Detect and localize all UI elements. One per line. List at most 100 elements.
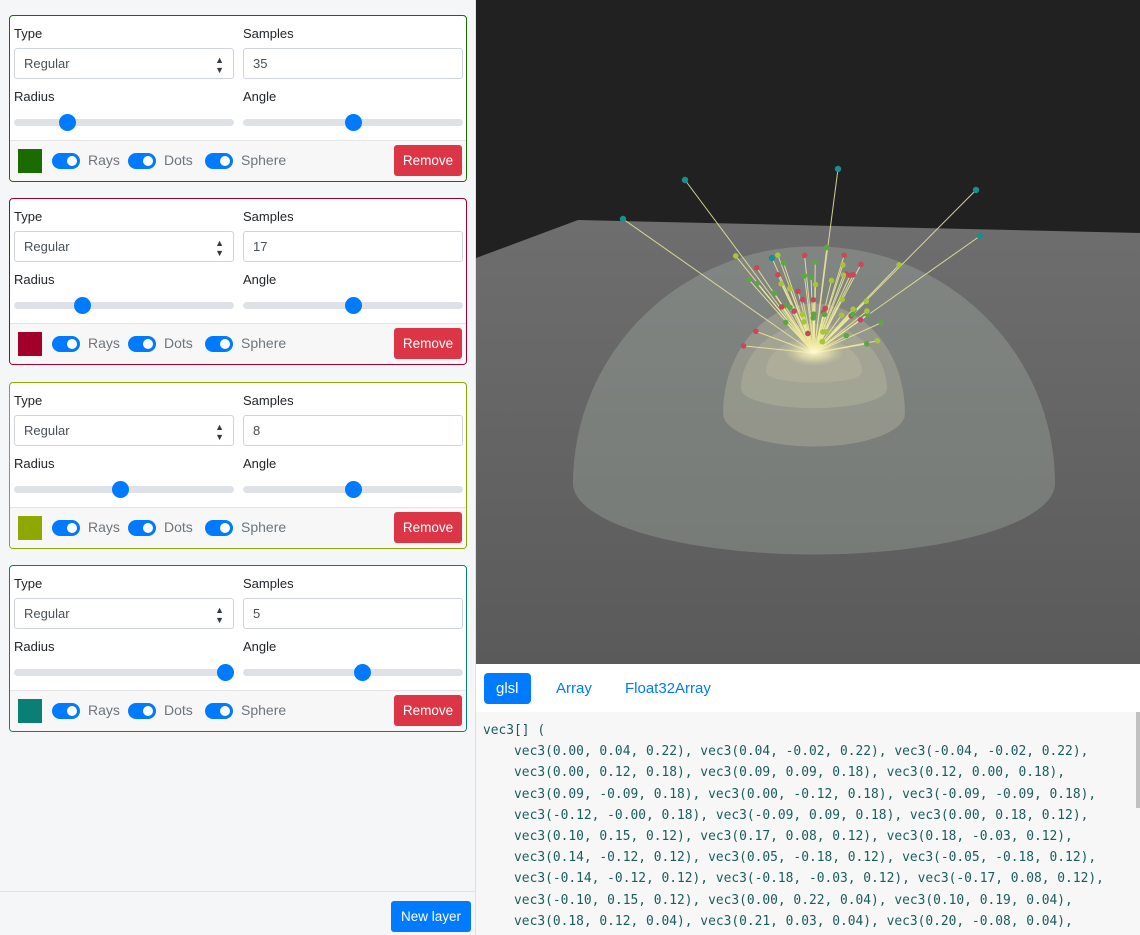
sample-dot — [812, 259, 819, 265]
sample-dot — [810, 311, 817, 317]
sphere-toggle[interactable] — [205, 153, 233, 169]
sample-dot — [840, 272, 847, 278]
code-line: vec3(0.10, 0.15, 0.12), vec3(0.17, 0.08,… — [483, 829, 1073, 845]
angle-slider-thumb[interactable] — [345, 297, 362, 314]
radius-slider-thumb[interactable] — [217, 664, 235, 681]
rays-toggle[interactable] — [52, 336, 80, 352]
angle-slider-thumb[interactable] — [353, 664, 371, 681]
remove-layer-button[interactable]: Remove — [394, 512, 462, 543]
angle-slider-thumb[interactable] — [345, 114, 362, 131]
angle-slider[interactable] — [243, 297, 463, 314]
rays-toggle[interactable] — [52, 153, 80, 169]
type-label: Type — [14, 576, 43, 591]
3d-viewport[interactable] — [476, 0, 1140, 664]
sample-dot — [740, 343, 747, 349]
rays-toggle[interactable] — [52, 520, 80, 536]
dots-toggle[interactable] — [128, 153, 156, 169]
radius-slider-thumb[interactable] — [58, 114, 76, 131]
layer-card: Type Regular ▲ ▼ Samples 35 Radius Angle … — [9, 15, 467, 182]
code-line: vec3(-0.12, -0.00, 0.18), vec3(-0.09, 0.… — [483, 807, 1089, 823]
layer-footer: Rays Dots Sphere Remove — [10, 140, 466, 181]
samples-input[interactable]: 5 — [243, 598, 463, 629]
radius-label: Radius — [14, 456, 55, 471]
sample-dot — [771, 290, 778, 297]
layer-color-swatch[interactable] — [18, 332, 42, 356]
dots-toggle[interactable] — [128, 520, 156, 536]
remove-layer-button[interactable]: Remove — [394, 695, 462, 726]
sample-dot — [821, 311, 828, 318]
type-select[interactable]: Regular ▲ ▼ — [14, 231, 234, 262]
radius-slider[interactable] — [14, 664, 235, 681]
tab-glsl[interactable]: glsl — [484, 673, 531, 704]
sphere-toggle[interactable] — [205, 703, 233, 719]
sample-dot — [791, 308, 797, 314]
layer-color-swatch[interactable] — [18, 516, 42, 540]
radius-slider-thumb[interactable] — [74, 297, 92, 314]
rays-label: Rays — [88, 702, 120, 718]
layers-footer: New layer — [0, 891, 475, 935]
radius-label: Radius — [14, 89, 55, 104]
sphere-label: Sphere — [241, 335, 287, 351]
code-line: vec3(0.00, 0.04, 0.22), vec3(0.04, -0.02… — [483, 744, 1089, 760]
sample-dot — [768, 254, 776, 262]
type-select[interactable]: Regular ▲ ▼ — [14, 598, 234, 629]
dots-toggle[interactable] — [128, 336, 156, 352]
sample-dot — [801, 319, 807, 325]
sample-dot — [823, 244, 830, 251]
angle-slider-thumb[interactable] — [345, 481, 362, 498]
sphere-label: Sphere — [241, 519, 287, 535]
new-layer-button[interactable]: New layer — [391, 901, 471, 932]
sample-dot — [799, 296, 806, 303]
select-caret-icon: ▲ ▼ — [215, 238, 224, 258]
sample-dot — [834, 165, 842, 173]
dots-label: Dots — [164, 152, 193, 168]
code-line: vec3(0.18, 0.12, 0.04), vec3(0.21, 0.03,… — [483, 913, 1073, 929]
sample-dot — [838, 312, 845, 318]
code-line: vec3(-0.14, -0.12, 0.12), vec3(-0.18, -0… — [483, 871, 1104, 887]
code-line: vec3(0.14, -0.12, 0.12), vec3(0.05, -0.1… — [483, 850, 1097, 866]
tab-float32array[interactable]: Float32Array — [613, 673, 723, 704]
samples-label: Samples — [243, 393, 294, 408]
type-select[interactable]: Regular ▲ ▼ — [14, 415, 234, 446]
angle-label: Angle — [243, 456, 277, 471]
remove-layer-button[interactable]: Remove — [394, 145, 462, 176]
rays-toggle[interactable] — [52, 703, 80, 719]
sample-dot — [874, 338, 881, 344]
layer-footer: Rays Dots Sphere Remove — [10, 507, 466, 548]
code-scrollbar[interactable] — [1136, 712, 1140, 808]
sphere-toggle[interactable] — [205, 520, 233, 536]
angle-slider[interactable] — [243, 481, 463, 498]
code-output[interactable]: vec3[] ( vec3(0.00, 0.04, 0.22), vec3(0.… — [476, 712, 1140, 935]
type-select-value: Regular — [24, 56, 70, 71]
radius-slider[interactable] — [14, 114, 234, 131]
type-select[interactable]: Regular ▲ ▼ — [14, 48, 234, 79]
type-select-value: Regular — [24, 239, 70, 254]
sphere-toggle[interactable] — [205, 336, 233, 352]
layer-card: Type Regular ▲ ▼ Samples 8 Radius Angle R… — [9, 382, 467, 549]
remove-layer-button[interactable]: Remove — [394, 328, 462, 359]
samples-label: Samples — [243, 209, 294, 224]
angle-slider[interactable] — [243, 114, 463, 131]
layer-color-swatch[interactable] — [18, 699, 42, 723]
sphere-label: Sphere — [241, 702, 287, 718]
samples-input[interactable]: 35 — [243, 48, 463, 79]
samples-input[interactable]: 17 — [243, 231, 463, 262]
dots-toggle[interactable] — [128, 703, 156, 719]
radius-slider[interactable] — [14, 297, 234, 314]
scene-canvas[interactable] — [476, 0, 1140, 664]
radius-slider[interactable] — [14, 481, 234, 498]
sample-dot — [810, 296, 817, 303]
rays-label: Rays — [88, 152, 120, 168]
sample-dot — [820, 329, 826, 335]
radius-label: Radius — [14, 639, 55, 654]
radius-slider-thumb[interactable] — [111, 481, 129, 498]
sample-dot — [805, 330, 811, 337]
sample-dot — [681, 176, 689, 184]
angle-slider[interactable] — [243, 664, 463, 681]
sample-dot — [619, 215, 627, 223]
samples-input[interactable]: 8 — [243, 415, 463, 446]
type-select-value: Regular — [24, 423, 70, 438]
layer-color-swatch[interactable] — [18, 149, 42, 173]
sample-dot — [849, 311, 856, 318]
tab-array[interactable]: Array — [544, 673, 604, 704]
